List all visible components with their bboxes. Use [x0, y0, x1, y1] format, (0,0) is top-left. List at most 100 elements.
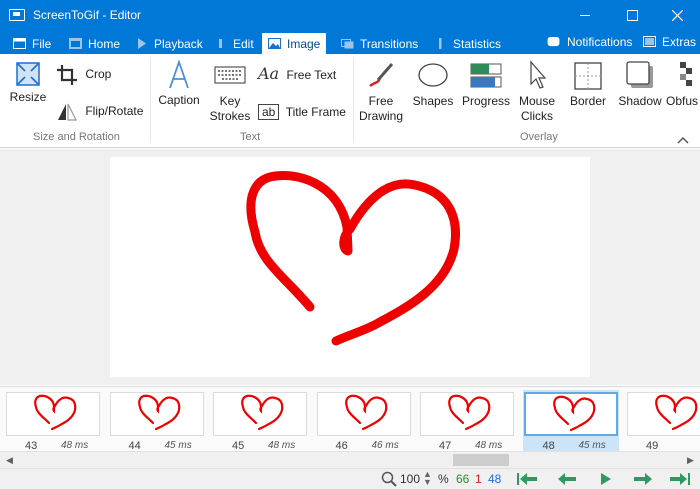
frame-canvas[interactable] — [110, 157, 590, 377]
tab-playback[interactable]: Playback — [135, 33, 203, 54]
collapse-ribbon-icon[interactable] — [677, 136, 689, 144]
next-frame-icon[interactable] — [632, 471, 654, 487]
tab-bar: File Home Playback Edit Image Transition… — [0, 30, 700, 54]
minimize-button[interactable] — [562, 0, 608, 30]
frame-thumbnail[interactable]: 48 45 ms — [522, 390, 619, 452]
frame-delay: 48 ms — [475, 440, 503, 451]
free-text-icon: Aa — [258, 64, 280, 83]
maximize-button[interactable] — [609, 0, 655, 30]
resize-label: Resize — [9, 90, 47, 104]
progress-button[interactable]: Progress — [460, 60, 512, 109]
obfuscate-button[interactable]: Obfus — [666, 60, 700, 109]
heart-thumbnail — [137, 394, 180, 431]
heart-thumbnail — [241, 394, 284, 431]
file-icon — [13, 38, 26, 49]
zoom-icon — [381, 471, 397, 487]
key-strokes-button[interactable]: Key Strokes — [208, 60, 252, 124]
border-icon — [574, 62, 602, 90]
caption-button[interactable]: Caption — [156, 60, 202, 108]
tab-image[interactable]: Image — [262, 33, 327, 54]
shadow-button[interactable]: Shadow — [616, 60, 664, 109]
heart-drawing — [246, 171, 460, 346]
brush-icon — [369, 63, 394, 87]
notifications-icon — [547, 36, 560, 46]
ribbon-separator — [353, 58, 354, 142]
frame-delay: 46 ms — [371, 440, 399, 451]
tab-label: Edit — [233, 36, 254, 51]
tab-file[interactable]: File — [13, 33, 51, 54]
first-frame-icon[interactable] — [517, 471, 539, 487]
shapes-button[interactable]: Shapes — [412, 60, 454, 109]
previous-frame-icon[interactable] — [556, 471, 578, 487]
frame-thumbnail[interactable]: 43 48 ms — [5, 390, 101, 452]
free-text-button[interactable]: Aa Free Text — [258, 66, 350, 83]
tab-edit[interactable]: Edit — [214, 33, 254, 54]
tab-statistics[interactable]: Statistics — [434, 33, 501, 54]
group-label-overlay: Overlay — [520, 131, 558, 143]
key-strokes-label-2: Strokes — [209, 109, 251, 123]
title-frame-button[interactable]: ab Title Frame — [258, 104, 350, 120]
crop-button[interactable]: Crop — [56, 64, 128, 86]
heart-thumbnail — [34, 394, 77, 431]
tab-label: Image — [287, 36, 321, 51]
title-bar: ScreenToGif - Editor — [0, 0, 700, 30]
cursor-icon — [530, 60, 547, 89]
tab-home[interactable]: Home — [69, 33, 120, 54]
zoom-value[interactable]: 100 — [400, 472, 420, 486]
free-drawing-label-2: Drawing — [358, 109, 403, 123]
statistics-icon — [439, 38, 442, 49]
keyboard-icon — [214, 66, 246, 84]
progress-icon — [470, 63, 502, 88]
frames-scrollbar[interactable]: ◀ ▶ — [0, 451, 700, 468]
frame-count: 66 — [456, 472, 470, 486]
title-frame-icon: ab — [258, 104, 280, 120]
extras-icon — [643, 36, 656, 47]
tab-label: Home — [88, 36, 121, 51]
frame-thumbnail[interactable]: 46 46 ms — [316, 390, 412, 452]
extras-label: Extras — [662, 34, 697, 49]
group-label-size-rotation: Size and Rotation — [33, 131, 120, 143]
home-icon — [69, 38, 82, 49]
zoom-stepper-icon[interactable]: ▲ ▼ — [423, 470, 432, 487]
frame-thumbnail[interactable]: 47 48 ms — [419, 390, 515, 452]
notifications-label: Notifications — [567, 34, 633, 49]
shapes-label: Shapes — [412, 94, 454, 108]
frame-thumbnail[interactable]: 44 45 ms — [109, 390, 205, 452]
close-button[interactable] — [654, 0, 700, 30]
app-icon — [9, 9, 25, 21]
flip-rotate-button[interactable]: Flip/Rotate — [56, 102, 148, 122]
resize-button[interactable]: Resize — [8, 60, 48, 105]
frame-preview — [316, 392, 411, 436]
frame-delay: 48 ms — [268, 440, 296, 451]
frame-thumbnail[interactable]: 49 — [626, 390, 700, 452]
scroll-right-icon[interactable]: ▶ — [683, 454, 698, 467]
border-button[interactable]: Border — [566, 60, 610, 109]
last-frame-icon[interactable] — [668, 471, 690, 487]
transitions-icon — [341, 39, 354, 49]
crop-icon — [57, 65, 77, 85]
notifications-button[interactable]: Notifications — [546, 31, 632, 52]
frame-delay: 45 ms — [164, 440, 192, 451]
ellipse-icon — [418, 63, 448, 87]
free-drawing-button[interactable]: Free Drawing — [357, 60, 405, 124]
edit-icon — [219, 39, 222, 48]
extras-button[interactable]: Extras — [643, 31, 696, 52]
frame-thumbnail[interactable]: 45 48 ms — [212, 390, 308, 452]
current-frame: 48 — [488, 472, 502, 486]
progress-label: Progress — [461, 94, 511, 108]
title-frame-label: Title Frame — [285, 105, 346, 119]
scroll-left-icon[interactable]: ◀ — [2, 454, 17, 467]
frames-strip: 43 48 ms 44 45 ms 45 48 ms 46 46 ms 47 48 ms 48 45 … — [0, 386, 700, 452]
ribbon-separator — [150, 58, 151, 142]
tab-transitions[interactable]: Transitions — [341, 33, 418, 54]
frame-preview — [213, 392, 307, 436]
image-icon — [268, 38, 281, 49]
resize-icon — [16, 62, 40, 86]
tab-label: Playback — [154, 36, 203, 51]
close-icon — [671, 9, 683, 21]
play-icon[interactable] — [596, 471, 618, 487]
frame-preview — [523, 392, 618, 436]
caption-icon — [169, 60, 189, 89]
scroll-thumb[interactable] — [453, 454, 509, 466]
mouse-clicks-button[interactable]: Mouse Clicks — [514, 60, 560, 124]
